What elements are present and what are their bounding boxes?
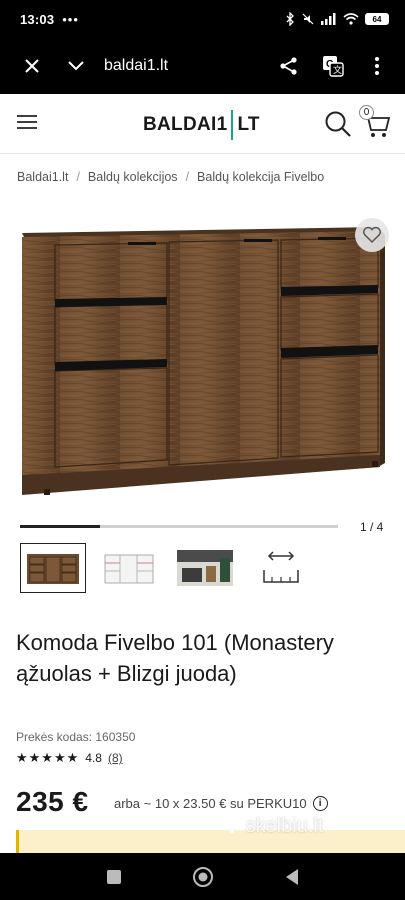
home-icon[interactable] [192, 866, 214, 888]
hamburger-icon [17, 115, 37, 129]
installment-info: arba ~ 10 x 23.50 € su PERKU10 i [114, 796, 328, 811]
heart-icon [363, 226, 381, 244]
logo-tld: LT [237, 114, 260, 135]
thumbnail-strip [20, 543, 314, 593]
back-icon[interactable] [284, 868, 300, 886]
search-button[interactable] [324, 110, 352, 138]
thumbnail-1[interactable] [20, 543, 86, 593]
breadcrumb-home[interactable]: Baldai1.lt [17, 170, 68, 184]
promo-banner [16, 830, 405, 854]
translate-icon: G文 [323, 56, 344, 77]
logo-text: BALDAI1 [143, 114, 228, 135]
address-url[interactable]: baldai1.lt [104, 57, 267, 75]
thumbnail-2[interactable] [96, 543, 162, 593]
watermark-logo-icon [224, 820, 239, 833]
logo-divider [231, 110, 234, 140]
share-icon [280, 57, 297, 75]
mute-icon [302, 13, 314, 25]
status-time: 13:03 [20, 11, 55, 27]
svg-text:文: 文 [333, 64, 342, 75]
favorite-button[interactable] [355, 218, 389, 252]
share-button[interactable] [267, 44, 311, 88]
gallery-counter: 1 / 4 [360, 520, 384, 534]
thumbnail-4[interactable] [248, 543, 314, 593]
rating-stars: ★★★★★ [16, 750, 80, 765]
product-code: Prekės kodas: 160350 [16, 730, 136, 744]
thumbnail-3[interactable] [172, 543, 238, 593]
cart-button[interactable]: 0 [358, 105, 392, 139]
signal-icon [321, 13, 336, 25]
expand-button[interactable] [54, 44, 98, 88]
battery-icon: 64 [365, 13, 389, 25]
site-logo[interactable]: BALDAI1 LT [143, 110, 260, 140]
product-title: Komoda Fivelbo 101 (Monastery ąžuolas + … [16, 630, 334, 686]
notification-dots: ••• [62, 11, 79, 27]
breadcrumb-collections[interactable]: Baldų kolekcijos [88, 170, 178, 184]
more-vertical-icon [375, 57, 379, 75]
browser-toolbar: baldai1.lt G文 [0, 38, 405, 94]
gallery-progress [20, 525, 338, 528]
system-nav-bar [0, 853, 405, 900]
product-image[interactable] [0, 205, 405, 510]
more-button[interactable] [355, 44, 399, 88]
thumbnail-dresser-image [27, 554, 79, 584]
gallery-progress-fill [20, 525, 100, 528]
thumbnail-dimensions-sketch-image [104, 554, 154, 584]
site-header: BALDAI1 LT 0 [0, 94, 405, 154]
review-count-link[interactable]: (8) [108, 751, 123, 765]
translate-button[interactable]: G文 [311, 44, 355, 88]
rating-value: 4.8 [85, 751, 102, 765]
cart-count-badge: 0 [359, 105, 374, 120]
menu-button[interactable] [16, 114, 40, 134]
close-tab-button[interactable] [10, 44, 54, 88]
recents-icon[interactable] [106, 869, 122, 885]
close-icon [25, 59, 39, 73]
product-rating: ★★★★★ 4.8 (8) [16, 750, 123, 766]
bluetooth-icon [286, 12, 294, 26]
wifi-icon [343, 13, 359, 25]
breadcrumb-current[interactable]: Baldų kolekcija Fivelbo [197, 170, 324, 184]
dimensions-icon [263, 551, 299, 583]
watermark: skelbiu.lt [222, 815, 323, 838]
watermark-text: skelbiu.lt [245, 815, 324, 837]
status-icons: 64 [285, 12, 389, 26]
status-bar: 13:03 ••• 64 [0, 0, 405, 38]
thumbnail-room-image [177, 550, 233, 586]
breadcrumb-separator: / [185, 170, 190, 184]
breadcrumb-separator: / [76, 170, 80, 184]
breadcrumb: Baldai1.lt / Baldų kolekcijos / Baldų ko… [17, 170, 324, 184]
product-price: 235 € [16, 786, 89, 817]
search-icon [325, 111, 351, 137]
chevron-down-icon [68, 61, 84, 71]
info-icon[interactable]: i [312, 796, 328, 811]
installment-text: arba ~ 10 x 23.50 € su PERKU10 [114, 796, 307, 811]
